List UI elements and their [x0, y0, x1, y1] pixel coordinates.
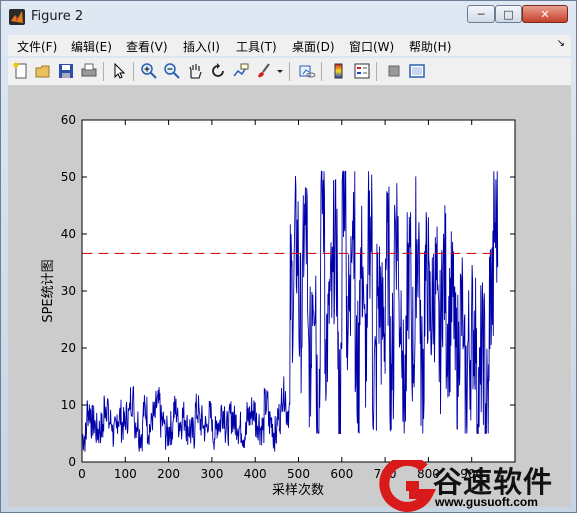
menu-desktop[interactable]: 桌面(D) [292, 38, 335, 55]
x-tick-label: 0 [78, 467, 86, 481]
hide-plot-tools-icon[interactable] [385, 62, 403, 80]
show-plot-tools-icon[interactable] [408, 62, 426, 80]
y-axis-label: SPE统计图 [41, 259, 56, 322]
open-file-icon[interactable] [34, 62, 52, 80]
pan-hand-icon[interactable] [186, 62, 204, 80]
gusu-logo-icon [379, 460, 436, 512]
x-tick-label: 500 [287, 467, 310, 481]
y-tick-label: 30 [61, 284, 76, 298]
y-tick-label: 60 [61, 113, 76, 127]
y-tick-label: 50 [61, 170, 76, 184]
menu-edit[interactable]: 编辑(E) [71, 38, 112, 55]
zoom-out-icon[interactable] [163, 62, 181, 80]
maximize-button[interactable]: □ [495, 5, 522, 23]
toolbar-separator [103, 62, 104, 81]
matlab-app-icon [9, 9, 25, 25]
minimize-button[interactable]: ─ [467, 5, 495, 23]
menu-bar: 文件(F) 编辑(E) 查看(V) 插入(I) 工具(T) 桌面(D) 窗口(W… [8, 35, 571, 56]
figure-canvas: 0 10 20 30 40 50 60 0 100 200 300 400 500 600 700 800 9… [8, 86, 571, 507]
toolbar-separator [133, 62, 134, 81]
menu-window[interactable]: 窗口(W) [349, 38, 394, 55]
watermark-url: www.gusuoft.com [435, 495, 538, 509]
zoom-in-icon[interactable] [140, 62, 158, 80]
brush-dropdown-icon[interactable] [275, 62, 285, 80]
y-tick-label: 10 [61, 398, 76, 412]
save-icon[interactable] [57, 62, 75, 80]
x-tick-label: 400 [244, 467, 267, 481]
toolbar-separator [321, 62, 322, 81]
print-icon[interactable] [80, 62, 98, 80]
x-tick-label: 100 [114, 467, 137, 481]
select-arrow-icon[interactable] [110, 62, 128, 80]
figure-toolbar [8, 58, 571, 86]
toolbar-separator [376, 62, 377, 81]
figure-window: Figure 2 ─ □ ✕ 文件(F) 编辑(E) 查看(V) 插入(I) 工… [0, 0, 577, 513]
watermark: 谷速软件 www.gusuoft.com [378, 460, 577, 513]
menu-dock-arrow-icon[interactable]: ↘ [557, 38, 565, 49]
menu-tools[interactable]: 工具(T) [236, 38, 277, 55]
x-tick-label: 200 [157, 467, 180, 481]
colorbar-icon[interactable] [330, 62, 348, 80]
toolbar-separator [289, 62, 290, 81]
close-button[interactable]: ✕ [522, 5, 568, 23]
x-axis-label: 采样次数 [272, 482, 324, 498]
brush-icon[interactable] [255, 62, 273, 80]
rotate-3d-icon[interactable] [209, 62, 227, 80]
menu-insert[interactable]: 插入(I) [183, 38, 220, 55]
new-figure-icon[interactable] [12, 62, 30, 80]
legend-icon[interactable] [353, 62, 371, 80]
y-tick-label: 40 [61, 227, 76, 241]
x-tick-label: 600 [330, 467, 353, 481]
link-plot-icon[interactable] [298, 62, 316, 80]
menu-file[interactable]: 文件(F) [17, 38, 57, 55]
spe-chart[interactable]: 0102030405060 0 100 200 300 400 500 600 700 800 9… [8, 86, 571, 507]
menu-view[interactable]: 查看(V) [126, 38, 168, 55]
x-tick-label: 300 [200, 467, 223, 481]
data-cursor-icon[interactable] [232, 62, 250, 80]
y-tick-label: 20 [61, 341, 76, 355]
title-bar[interactable]: Figure 2 ─ □ ✕ [1, 1, 576, 32]
y-tick-label: 0 [68, 455, 76, 469]
window-title: Figure 2 [31, 9, 84, 24]
menu-help[interactable]: 帮助(H) [409, 38, 451, 55]
